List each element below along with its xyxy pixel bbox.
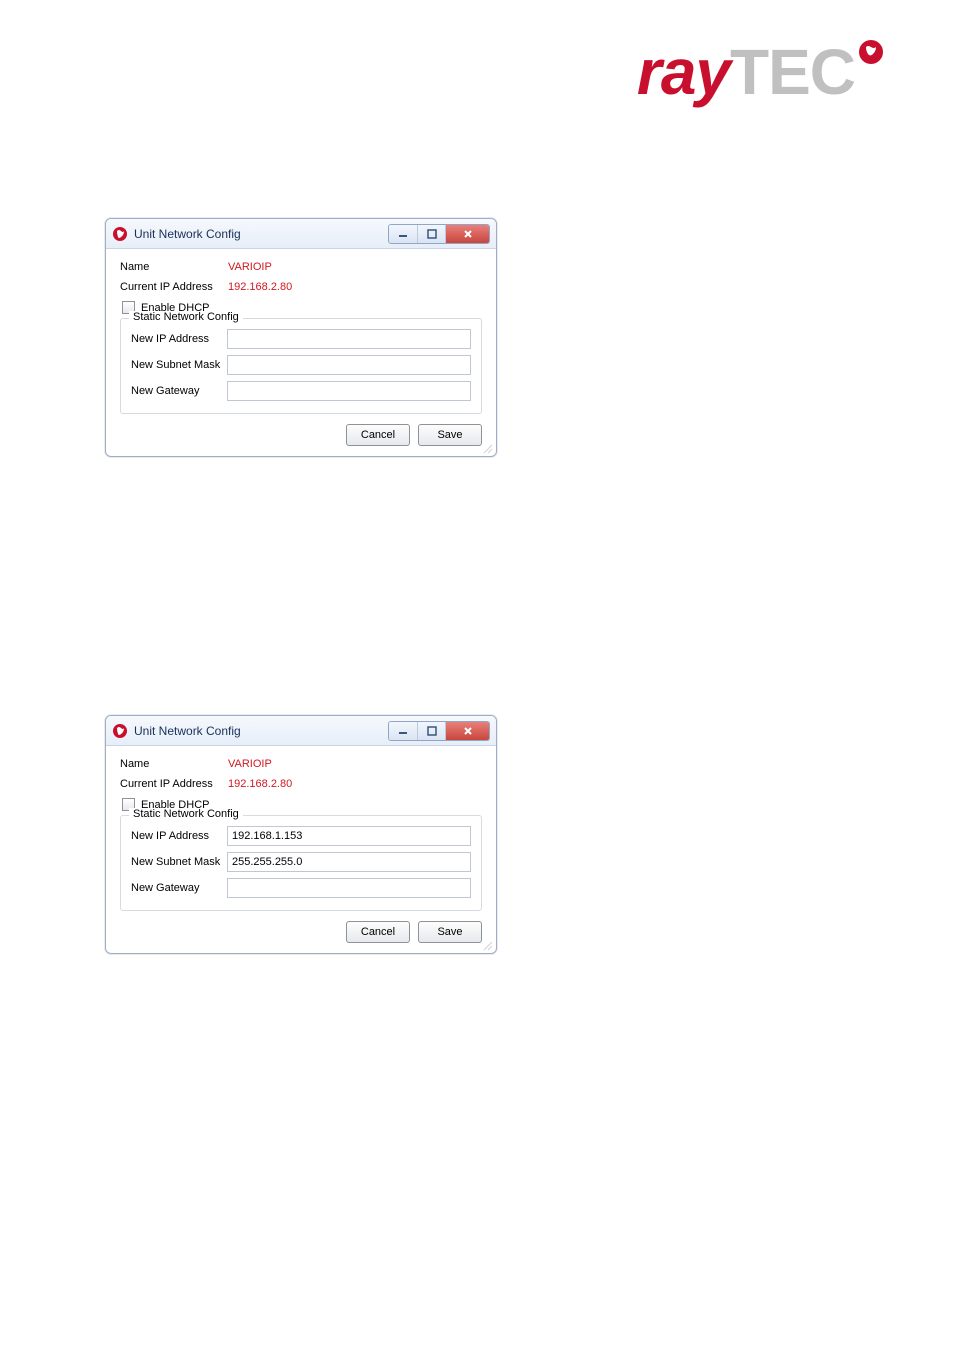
new-ip-label: New IP Address	[131, 830, 227, 842]
save-button[interactable]: Save	[418, 424, 482, 446]
app-icon	[112, 226, 128, 242]
new-mask-label: New Subnet Mask	[131, 359, 227, 371]
resize-grip-icon[interactable]	[482, 442, 494, 454]
new-mask-label: New Subnet Mask	[131, 856, 227, 868]
window-title: Unit Network Config	[134, 227, 388, 241]
name-value: VARIOIP	[228, 758, 272, 770]
window-title: Unit Network Config	[134, 724, 388, 738]
titlebar[interactable]: Unit Network Config	[106, 219, 496, 249]
minimize-button[interactable]	[389, 722, 417, 740]
new-gateway-input[interactable]	[227, 878, 471, 898]
new-gateway-label: New Gateway	[131, 385, 227, 397]
new-mask-input[interactable]	[227, 852, 471, 872]
maximize-button[interactable]	[417, 225, 445, 243]
app-icon	[112, 723, 128, 739]
save-button[interactable]: Save	[418, 921, 482, 943]
resize-grip-icon[interactable]	[482, 939, 494, 951]
maximize-button[interactable]	[417, 722, 445, 740]
new-ip-input[interactable]	[227, 329, 471, 349]
current-ip-value: 192.168.2.80	[228, 778, 292, 790]
new-ip-input[interactable]	[227, 826, 471, 846]
titlebar[interactable]: Unit Network Config	[106, 716, 496, 746]
unit-network-config-window: Unit Network Config Name VARIOIP Current…	[105, 218, 497, 457]
static-network-config-group: Static Network Config New IP Address New…	[120, 815, 482, 911]
name-label: Name	[120, 758, 228, 770]
cancel-button[interactable]: Cancel	[346, 424, 410, 446]
name-label: Name	[120, 261, 228, 273]
fieldset-legend: Static Network Config	[129, 808, 243, 820]
raytec-logo: rayTEC	[637, 35, 884, 109]
window-controls	[388, 721, 490, 741]
logo-tec: TEC	[730, 36, 855, 108]
name-value: VARIOIP	[228, 261, 272, 273]
minimize-button[interactable]	[389, 225, 417, 243]
close-button[interactable]	[445, 722, 489, 740]
current-ip-value: 192.168.2.80	[228, 281, 292, 293]
new-mask-input[interactable]	[227, 355, 471, 375]
window-controls	[388, 224, 490, 244]
static-network-config-group: Static Network Config New IP Address New…	[120, 318, 482, 414]
logo-badge-icon	[858, 39, 884, 70]
fieldset-legend: Static Network Config	[129, 311, 243, 323]
new-gateway-input[interactable]	[227, 381, 471, 401]
current-ip-label: Current IP Address	[120, 778, 228, 790]
unit-network-config-window: Unit Network Config Name VARIOIP Current…	[105, 715, 497, 954]
close-button[interactable]	[445, 225, 489, 243]
new-gateway-label: New Gateway	[131, 882, 227, 894]
logo-ray: ray	[637, 36, 730, 108]
new-ip-label: New IP Address	[131, 333, 227, 345]
current-ip-label: Current IP Address	[120, 281, 228, 293]
cancel-button[interactable]: Cancel	[346, 921, 410, 943]
